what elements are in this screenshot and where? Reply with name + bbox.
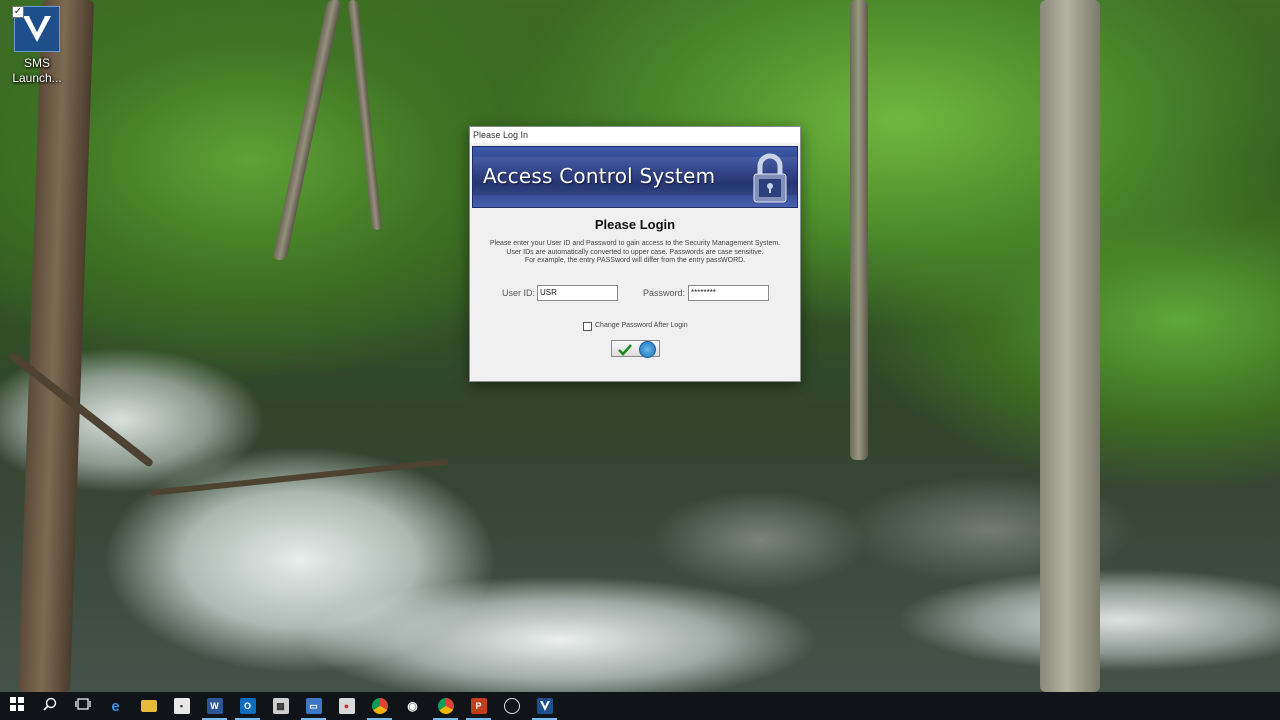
sms-launcher-icon [536,698,553,714]
tree-trunk [1040,0,1100,692]
change-password-label[interactable]: Change Password After Login [595,322,688,329]
checkbox-icon: ✓ [12,6,24,18]
tree-branch [149,458,449,496]
paint-icon: ● [338,698,355,714]
taskbar-outlook[interactable]: O [231,692,264,720]
start-button[interactable] [0,692,33,720]
login-dialog: Please Log In Access Control System Plea… [469,126,801,382]
taskbar-calculator[interactable]: ▦ [264,692,297,720]
taskbar-word[interactable]: W [198,692,231,720]
taskbar: e ▪ W O ▦ ▭ ● ◉ P [0,692,1280,720]
mouse-cursor-highlight [639,341,656,358]
task-view-button[interactable] [66,692,99,720]
taskbar-powerpoint[interactable]: P [462,692,495,720]
tree-trunk [347,0,383,230]
credentials-row: User ID: USR Password: ******** [470,285,800,301]
taskbar-edge[interactable]: e [99,692,132,720]
dialog-title[interactable]: Please Log In [470,127,800,143]
powerpoint-icon: P [470,698,487,714]
tree-trunk [272,0,342,260]
camera-icon: ◉ [407,699,418,713]
outlook-icon: O [239,698,256,714]
password-label: Password: [643,288,686,298]
instruction-line: Please enter your User ID and Password t… [489,240,781,247]
checkmark-icon [618,343,632,361]
instruction-line: For example, the entry PASSword will dif… [524,257,746,264]
desktop-shortcut-sms-launcher[interactable]: ✓ SMS Launch... [8,4,66,90]
search-button[interactable] [33,692,66,720]
login-instructions: Please enter your User ID and Password t… [470,240,800,266]
tree-trunk [850,0,868,460]
taskbar-paint[interactable]: ● [330,692,363,720]
windows-logo-icon [9,696,24,716]
login-heading: Please Login [594,217,676,232]
task-view-icon [74,697,91,715]
store-icon: ▪ [173,698,190,714]
taskbar-camera[interactable]: ◉ [396,692,429,720]
chrome-icon [437,698,454,714]
taskbar-clock-app[interactable] [495,692,528,720]
taskbar-store[interactable]: ▪ [165,692,198,720]
word-icon: W [206,698,223,714]
taskbar-chrome-profile[interactable] [429,692,462,720]
calculator-icon: ▦ [272,698,289,714]
desktop-shortcut-label: SMS Launch... [12,56,62,85]
user-id-input[interactable]: USR [537,285,618,301]
taskbar-file-explorer[interactable] [132,692,165,720]
password-input[interactable]: ******** [688,285,769,301]
search-icon [42,697,57,716]
instruction-line: User IDs are automatically converted to … [506,248,764,256]
change-password-checkbox[interactable] [583,322,592,331]
banner-title: Access Control System [483,164,716,188]
edge-icon: e [111,697,120,715]
padlock-icon [751,151,789,205]
app-banner: Access Control System [472,146,798,208]
taskbar-sms-launcher[interactable] [528,692,561,720]
login-ok-button[interactable] [611,340,660,358]
folder-icon [140,700,157,712]
chrome-icon [371,698,388,714]
clock-icon [503,698,520,714]
user-id-label: User ID: [502,288,536,298]
remote-desktop-icon: ▭ [305,698,322,714]
taskbar-remote-desktop[interactable]: ▭ [297,692,330,720]
taskbar-chrome[interactable] [363,692,396,720]
tree-trunk [17,0,95,692]
